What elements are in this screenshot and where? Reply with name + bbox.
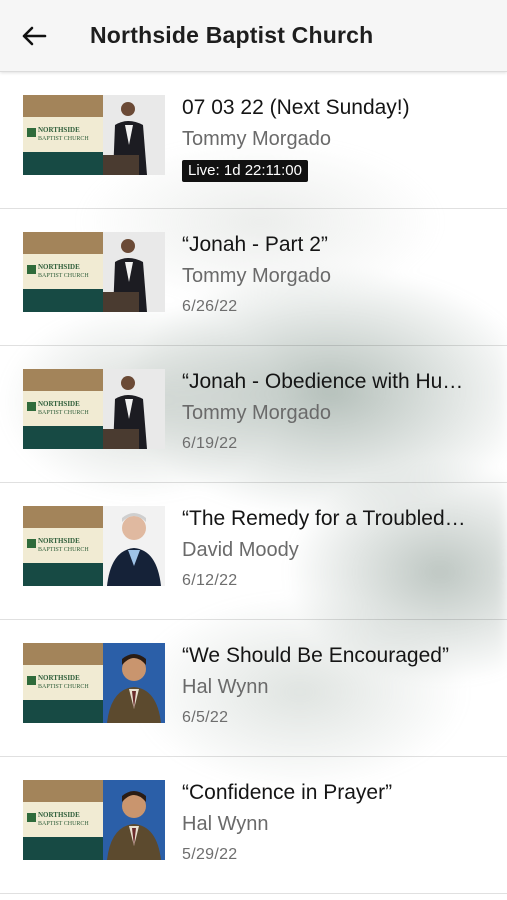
- speaker-photo: [103, 506, 165, 586]
- sermon-title: “The Remedy for a Troubled…: [182, 507, 466, 530]
- speaker-photo: [103, 643, 165, 723]
- arrow-left-icon: [22, 26, 47, 46]
- sermon-speaker: Hal Wynn: [182, 676, 269, 698]
- svg-text:BAPTIST CHURCH: BAPTIST CHURCH: [38, 684, 89, 690]
- church-logo: NORTHSIDE BAPTIST CHURCH: [23, 780, 103, 860]
- sermon-title: “Jonah - Part 2”: [182, 233, 328, 256]
- sermon-title: “Jonah - Obedience with Hu…: [182, 370, 464, 393]
- svg-text:NORTHSIDE: NORTHSIDE: [38, 263, 80, 271]
- sermon-thumbnail: NORTHSIDE BAPTIST CHURCH: [23, 369, 165, 449]
- speaker-photo: [103, 95, 165, 175]
- church-logo: NORTHSIDE BAPTIST CHURCH: [23, 232, 103, 312]
- sermon-thumbnail: NORTHSIDE BAPTIST CHURCH: [23, 95, 165, 175]
- app-screen: Northside Baptist Church NORTHSIDE BAPTIS…: [0, 0, 507, 900]
- svg-text:BAPTIST CHURCH: BAPTIST CHURCH: [38, 410, 89, 416]
- sermon-date: 6/19/22: [182, 435, 238, 452]
- sermon-speaker: Tommy Morgado: [182, 402, 331, 424]
- sermon-thumbnail: NORTHSIDE BAPTIST CHURCH: [23, 780, 165, 860]
- sermon-speaker: Tommy Morgado: [182, 265, 331, 287]
- live-countdown-badge: Live: 1d 22:11:00: [182, 160, 308, 182]
- speaker-photo: [103, 780, 165, 860]
- sermon-title: “Confidence in Prayer”: [182, 781, 393, 804]
- sermon-thumbnail: NORTHSIDE BAPTIST CHURCH: [23, 232, 165, 312]
- sermon-list-item[interactable]: NORTHSIDE BAPTIST CHURCH “Jonah - Obedien…: [0, 346, 507, 483]
- sermon-speaker: Tommy Morgado: [182, 128, 331, 150]
- sermon-list-item[interactable]: NORTHSIDE BAPTIST CHURCH “The Remedy for …: [0, 483, 507, 620]
- church-logo: NORTHSIDE BAPTIST CHURCH: [23, 369, 103, 449]
- svg-text:BAPTIST CHURCH: BAPTIST CHURCH: [38, 821, 89, 827]
- svg-text:BAPTIST CHURCH: BAPTIST CHURCH: [38, 136, 89, 142]
- sermon-title: 07 03 22 (Next Sunday!): [182, 96, 410, 119]
- church-logo: NORTHSIDE BAPTIST CHURCH: [23, 95, 103, 175]
- church-logo: NORTHSIDE BAPTIST CHURCH: [23, 506, 103, 586]
- sermon-list: NORTHSIDE BAPTIST CHURCH 07 03 22 (Next S…: [0, 72, 507, 894]
- sermon-speaker: Hal Wynn: [182, 813, 269, 835]
- sermon-thumbnail: NORTHSIDE BAPTIST CHURCH: [23, 506, 165, 586]
- svg-text:NORTHSIDE: NORTHSIDE: [38, 400, 80, 408]
- sermon-date: 5/29/22: [182, 846, 238, 863]
- svg-text:BAPTIST CHURCH: BAPTIST CHURCH: [38, 273, 89, 279]
- svg-text:NORTHSIDE: NORTHSIDE: [38, 674, 80, 682]
- back-button[interactable]: [14, 18, 54, 54]
- svg-text:NORTHSIDE: NORTHSIDE: [38, 811, 80, 819]
- speaker-photo: [103, 369, 165, 449]
- sermon-list-item[interactable]: NORTHSIDE BAPTIST CHURCH “Confidence in P…: [0, 757, 507, 894]
- svg-text:NORTHSIDE: NORTHSIDE: [38, 126, 80, 134]
- sermon-speaker: David Moody: [182, 539, 299, 561]
- sermon-list-item[interactable]: NORTHSIDE BAPTIST CHURCH “We Should Be En…: [0, 620, 507, 757]
- sermon-date: 6/12/22: [182, 572, 238, 589]
- sermon-title: “We Should Be Encouraged”: [182, 644, 449, 667]
- app-header: Northside Baptist Church: [0, 0, 507, 72]
- speaker-photo: [103, 232, 165, 312]
- svg-text:NORTHSIDE: NORTHSIDE: [38, 537, 80, 545]
- church-logo: NORTHSIDE BAPTIST CHURCH: [23, 643, 103, 723]
- sermon-list-item[interactable]: NORTHSIDE BAPTIST CHURCH 07 03 22 (Next S…: [0, 72, 507, 209]
- sermon-list-item[interactable]: NORTHSIDE BAPTIST CHURCH “Jonah - Part 2”…: [0, 209, 507, 346]
- svg-text:BAPTIST CHURCH: BAPTIST CHURCH: [38, 547, 89, 553]
- page-title: Northside Baptist Church: [90, 22, 374, 48]
- sermon-date: 6/5/22: [182, 709, 229, 726]
- sermon-thumbnail: NORTHSIDE BAPTIST CHURCH: [23, 643, 165, 723]
- sermon-date: 6/26/22: [182, 298, 238, 315]
